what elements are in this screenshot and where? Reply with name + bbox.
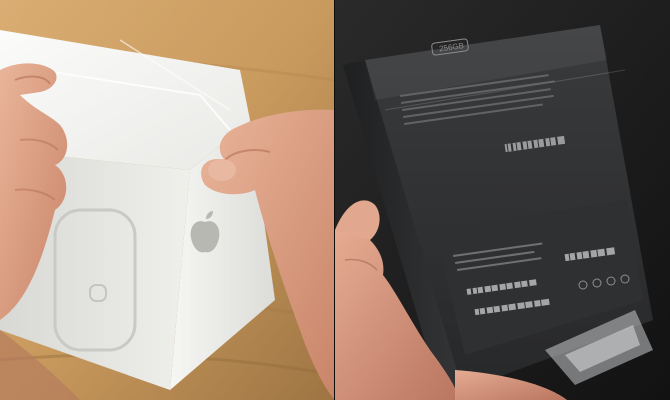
photo-frame: 256GB xyxy=(0,0,670,400)
right-photo-panel: 256GB xyxy=(335,0,670,400)
unwrapping-scene xyxy=(0,0,335,400)
box-back-scene: 256GB xyxy=(335,0,670,400)
thumbnail xyxy=(208,159,236,181)
left-photo-panel xyxy=(0,0,335,400)
